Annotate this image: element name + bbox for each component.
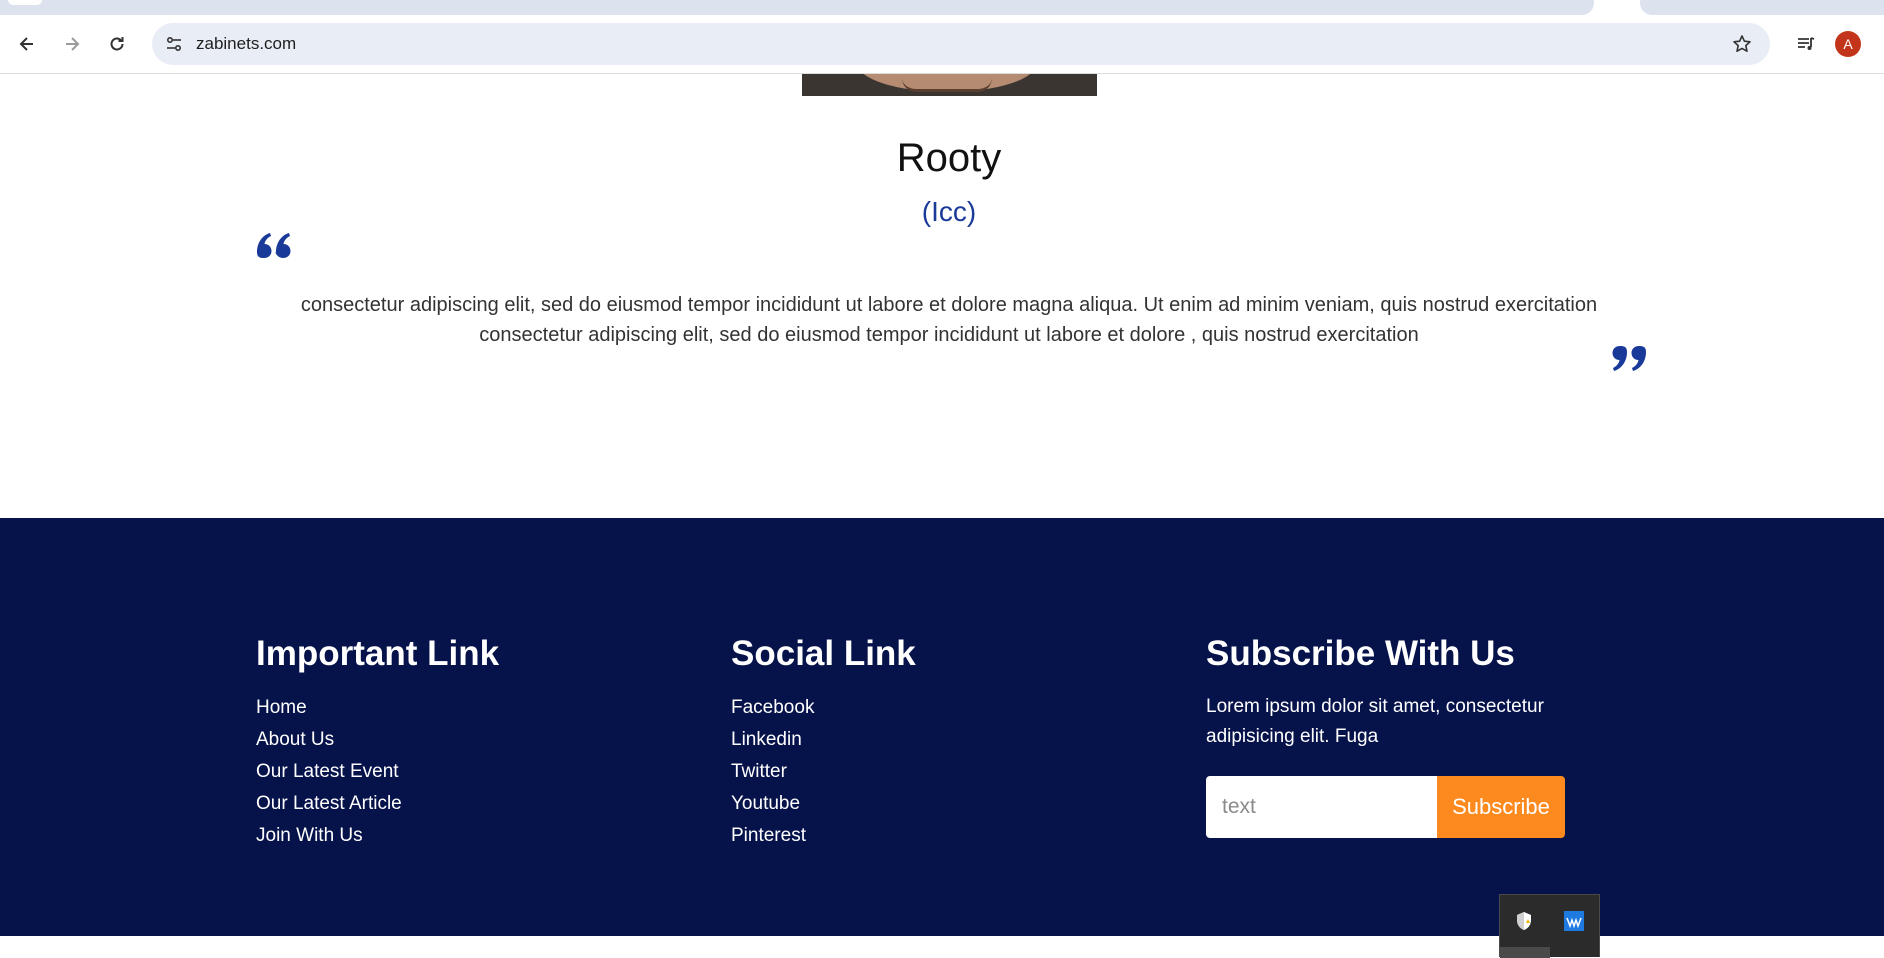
footer-link-home[interactable]: Home (256, 692, 499, 724)
subscribe-form: Subscribe (1206, 776, 1565, 838)
system-tray-overflow (1499, 894, 1600, 958)
tab-area-right[interactable] (1640, 0, 1884, 15)
bookmark-star-icon (1733, 35, 1751, 52)
url-text[interactable]: zabinets.com (196, 34, 296, 54)
testimonial-name: Rooty (896, 136, 1002, 180)
back-arrow-icon (19, 37, 33, 51)
footer-link-latest-article[interactable]: Our Latest Article (256, 788, 499, 820)
security-shield-icon[interactable] (1512, 909, 1536, 933)
subscribe-email-input[interactable] (1206, 776, 1437, 838)
tab-strip (0, 0, 1884, 16)
media-control-button[interactable] (1790, 28, 1822, 60)
media-control-icon (1798, 37, 1815, 50)
forward-button[interactable] (56, 28, 88, 60)
site-info-icon (166, 36, 182, 52)
social-links-column: Social Link Facebook Linkedin Twitter Yo… (731, 634, 916, 852)
subscribe-heading: Subscribe With Us (1206, 634, 1515, 673)
tray-hover-bar (1500, 947, 1550, 958)
footer-link-about-us[interactable]: About Us (256, 724, 499, 756)
browser-toolbar: zabinets.com A (0, 16, 1884, 74)
address-bar[interactable]: zabinets.com (152, 23, 1770, 65)
footer-link-latest-event[interactable]: Our Latest Event (256, 756, 499, 788)
subscribe-button[interactable]: Subscribe (1437, 776, 1565, 838)
footer-link-linkedin[interactable]: Linkedin (731, 724, 916, 756)
footer-link-twitter[interactable]: Twitter (731, 756, 916, 788)
footer-link-join-with-us[interactable]: Join With Us (256, 820, 499, 852)
social-links-heading: Social Link (731, 634, 916, 673)
footer-link-youtube[interactable]: Youtube (731, 788, 916, 820)
testimonial-role: (Icc) (921, 196, 977, 227)
subscribe-description: Lorem ipsum dolor sit amet, consectetur … (1206, 696, 1544, 747)
forward-arrow-icon (66, 37, 80, 51)
audio-app-icon[interactable] (1562, 909, 1586, 933)
testimonial-text: consectetur adipiscing elit, sed do eius… (300, 294, 1598, 346)
bookmark-button[interactable] (1730, 32, 1754, 56)
site-footer: Important Link Home About Us Our Latest … (0, 518, 1884, 936)
reload-button[interactable] (101, 28, 133, 60)
important-links-column: Important Link Home About Us Our Latest … (256, 634, 499, 852)
site-info-button[interactable] (162, 32, 186, 56)
footer-link-pinterest[interactable]: Pinterest (731, 820, 916, 852)
footer-link-facebook[interactable]: Facebook (731, 692, 916, 724)
close-quote-icon (1612, 346, 1646, 371)
subscribe-column: Subscribe With Us Lorem ipsum dolor sit … (1206, 634, 1586, 752)
active-tab-area[interactable] (0, 0, 1594, 15)
profile-avatar[interactable]: A (1835, 31, 1861, 57)
page-bottom-edge (0, 936, 1884, 957)
open-quote-icon (257, 233, 291, 258)
important-links-heading: Important Link (256, 634, 500, 673)
testimonial-photo (802, 74, 1097, 96)
back-button[interactable] (11, 28, 43, 60)
reload-icon (110, 37, 124, 51)
